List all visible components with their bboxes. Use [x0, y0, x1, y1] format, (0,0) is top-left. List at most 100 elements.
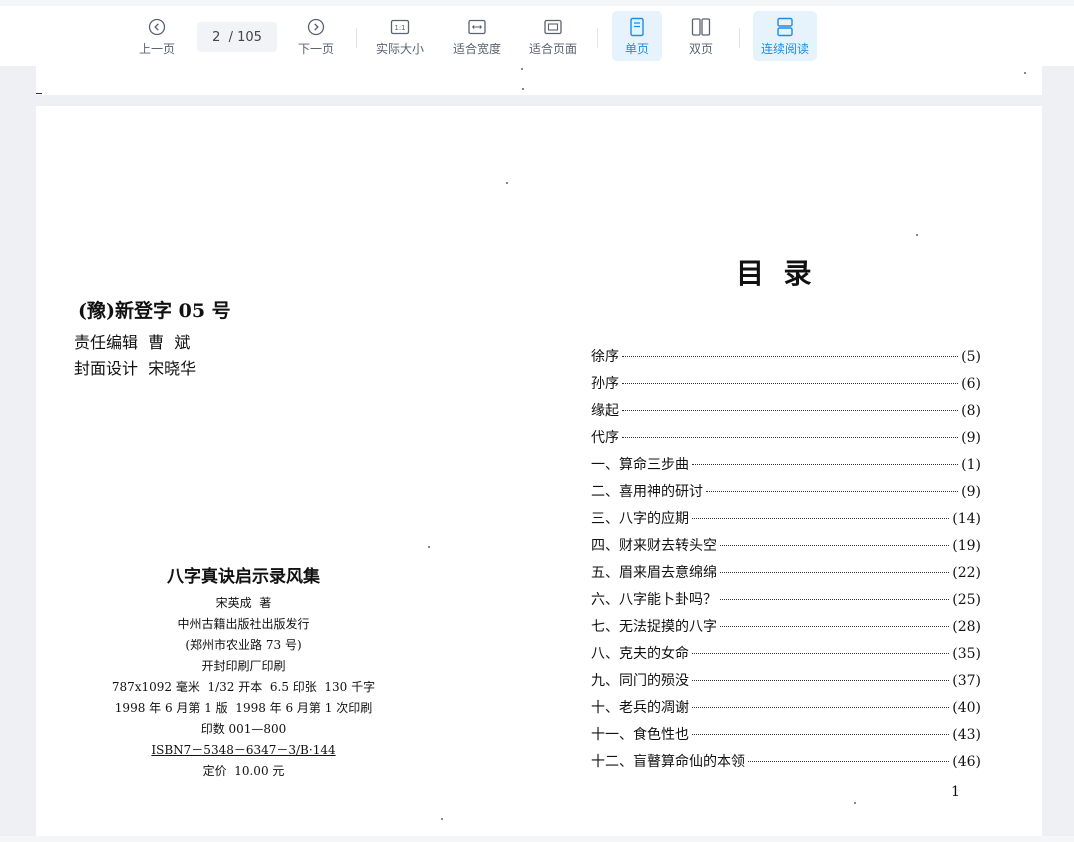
double-page-button[interactable]: 双页	[676, 11, 726, 61]
continuous-read-button[interactable]: 连续阅读	[753, 11, 817, 61]
toc-entry-page: (46)	[952, 754, 981, 770]
actual-size-button[interactable]: 1:1 实际大小	[370, 11, 430, 61]
toc-entry-title: 缘起	[591, 403, 619, 419]
double-page-label: 双页	[688, 42, 713, 56]
toc-leader	[706, 491, 959, 492]
toc-entry: 缘起 (8)	[591, 400, 981, 427]
toc-entry-title: 九、同门的殒没	[591, 673, 689, 689]
toolbar-divider	[739, 28, 740, 48]
toc-entry: 七、无法捉摸的八字 (28)	[591, 616, 981, 643]
continuous-read-label: 连续阅读	[760, 42, 809, 56]
price-line: 定价 10.00 元	[202, 764, 285, 778]
toc-leader	[692, 518, 950, 519]
actual-size-label: 实际大小	[375, 42, 424, 56]
publisher-line: 中州古籍出版社出版发行	[177, 617, 310, 631]
toc-entry-page: (43)	[952, 727, 981, 743]
toc-entry: 三、八字的应期 (14)	[591, 508, 981, 535]
toc-entry-page: (25)	[952, 592, 981, 608]
toc-entry-title: 徐序	[591, 349, 619, 365]
toc-entry-page: (9)	[961, 484, 981, 500]
toc-leader	[622, 437, 959, 438]
toolbar-divider	[356, 28, 357, 48]
toc-entry: 孙序 (6)	[591, 373, 981, 400]
toc-entry: 徐序 (5)	[591, 346, 981, 373]
fit-page-button[interactable]: 适合页面	[523, 11, 583, 61]
toc-entry-page: (40)	[952, 700, 981, 716]
toc-leader	[622, 383, 959, 384]
toc-leader	[692, 707, 950, 708]
toc-entry: 六、八字能卜卦吗？ (25)	[591, 589, 981, 616]
bottom-status-bar	[0, 836, 1074, 842]
toc-heading: 目 录	[736, 257, 812, 290]
page-mark	[36, 93, 42, 94]
toc-entry: 十二、盲瞽算命仙的本领 (46)	[591, 751, 981, 778]
scan-speck	[916, 234, 918, 236]
author-line: 宋英成 著	[215, 596, 272, 610]
toc-entry: 五、眉来眉去意绵绵 (22)	[591, 562, 981, 589]
chevron-right-circle-icon	[307, 17, 325, 37]
format-line: 787x1092 毫米 1/32 开本 6.5 印张 130 千字	[111, 680, 376, 694]
toc-entry-title: 十、老兵的凋谢	[591, 700, 689, 716]
fit-width-label: 适合宽度	[452, 42, 501, 56]
next-page-button[interactable]: 下一页	[289, 11, 343, 61]
isbn-line: ISBN7－5348－6347－3/B·144	[151, 743, 336, 757]
print-run-line: 印数 001—800	[200, 722, 287, 736]
toc-entry: 二、喜用神的研讨 (9)	[591, 481, 981, 508]
toc-leader	[622, 410, 959, 411]
toc-leader	[720, 626, 950, 627]
scan-speck	[441, 818, 443, 820]
printer-line: 开封印刷厂印刷	[201, 659, 286, 673]
cover-design-credit: 封面设计 宋晓华	[74, 359, 197, 378]
toc-entry-title: 四、财来财去转头空	[591, 538, 717, 554]
toc-entry-page: (1)	[961, 457, 981, 473]
editor-credit: 责任编辑 曹 斌	[74, 333, 191, 352]
toc-entry-title: 三、八字的应期	[591, 511, 689, 527]
fit-page-label: 适合页面	[528, 42, 577, 56]
scan-speck	[854, 802, 856, 804]
toc-entry: 代序 (9)	[591, 427, 981, 454]
page-number-input[interactable]: 2 / 105	[197, 22, 277, 52]
toc-list: 徐序 (5) 孙序 (6) 缘起 (8) 代序 (9) 一、算命三步曲 (1) 二、喜用神…	[591, 346, 981, 778]
toc-leader	[720, 572, 950, 573]
toc-entry-title: 八、克夫的女命	[591, 646, 689, 662]
scan-speck	[1024, 72, 1026, 74]
toc-entry-title: 代序	[591, 430, 619, 446]
toc-entry-title: 孙序	[591, 376, 619, 392]
toc-entry-page: (37)	[952, 673, 981, 689]
prev-page-label: 上一页	[138, 42, 175, 56]
toc-entry-page: (35)	[952, 646, 981, 662]
single-page-button[interactable]: 单页	[612, 11, 662, 61]
toc-entry: 八、克夫的女命 (35)	[591, 643, 981, 670]
actual-size-icon: 1:1	[390, 17, 410, 37]
toc-entry-page: (28)	[952, 619, 981, 635]
toc-entry-page: (14)	[952, 511, 981, 527]
single-page-icon	[629, 17, 645, 37]
prev-page-button[interactable]: 上一页	[130, 11, 184, 61]
previous-page-bottom	[36, 66, 1042, 95]
toc-entry-title: 十二、盲瞽算命仙的本领	[591, 754, 745, 770]
book-title: 八字真诀启示录风集	[167, 567, 320, 587]
document-page: (豫)新登字 05 号 责任编辑 曹 斌 封面设计 宋晓华 八字真诀启示录风集 …	[36, 106, 1042, 836]
printed-page-number: 1	[951, 784, 960, 800]
toc-entry: 十一、食色性也 (43)	[591, 724, 981, 751]
scan-speck	[521, 68, 523, 70]
registration-number: (豫)新登字 05 号	[78, 300, 231, 322]
toc-entry-title: 六、八字能卜卦吗？	[591, 592, 717, 608]
toc-entry-title: 一、算命三步曲	[591, 457, 689, 473]
fit-width-button[interactable]: 适合宽度	[447, 11, 507, 61]
toc-entry-page: (6)	[961, 376, 981, 392]
toc-leader	[692, 464, 959, 465]
toc-leader	[720, 545, 950, 546]
fit-width-icon	[467, 17, 487, 37]
scan-speck	[506, 182, 508, 184]
edition-line: 1998 年 6 月第 1 版 1998 年 6 月第 1 次印刷	[114, 701, 373, 715]
toc-entry: 九、同门的殒没 (37)	[591, 670, 981, 697]
fit-page-icon	[543, 17, 563, 37]
toc-entry-page: (5)	[961, 349, 981, 365]
scan-speck	[428, 546, 430, 548]
svg-text:1:1: 1:1	[394, 24, 405, 32]
toc-leader	[720, 599, 950, 600]
toc-entry-page: (19)	[952, 538, 981, 554]
toc-leader	[692, 734, 950, 735]
toc-leader	[622, 356, 959, 357]
